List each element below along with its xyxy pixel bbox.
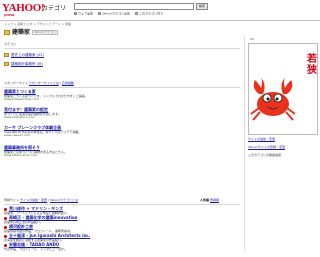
folder-icon [4,62,9,67]
radio-icon [74,12,77,15]
radio-category-this[interactable]: このカテゴリ内で [135,12,163,16]
right-link-add[interactable]: サイトの追加・変更 [248,137,275,142]
sponsor-divider-line [4,87,240,88]
sites-label: 登録サイト [4,198,20,202]
sponsor-item: カーサ プレーンクラブ体験企画 Casa BRUTUSのお手本住宅。家づくりのア… [4,125,234,138]
folder-icon [4,53,9,58]
site-item: 安藤忠雄 - TADAO ANDO 代表作品、プロフィール、インタビューほか。 [4,242,234,251]
site-desc: 建築家高崎正治の作品紹介。 [4,219,44,224]
page-title: 建築家 Yahoo!カテゴリ [4,29,59,36]
radio-icon [135,12,139,15]
sponsor-url: www.casa-br.com [4,133,31,138]
folder-icon [4,30,10,36]
sites-add-link[interactable]: サイトの追加・変更 [20,198,47,202]
sites-divider: | [47,198,49,202]
sites-about-link[interactable]: Yahoo!カテゴリとは [50,198,78,202]
category-link-offices[interactable]: 建築設計事務所 (@) [4,62,43,67]
sponsor-label: スポンサーサイト [4,81,28,85]
radio-category-all-label: Yahoo!カテゴリ全体 [102,11,131,16]
sites-header: 登録サイト サイトの追加・変更 | Yahoo!カテゴリとは [4,198,78,203]
site-desc: 代表作品、プロフィール、インタビューほか。 [4,246,67,251]
radio-web-label: ウェブ全体 [78,11,94,16]
sponsor-apply-link[interactable]: 広告掲載 [62,81,74,85]
radio-icon [98,12,102,15]
sort-registered-link[interactable]: 登録順 [210,198,219,202]
sites-divider-line [4,204,240,205]
column-divider [244,36,245,251]
header-divider [0,20,320,21]
ad-text: 若狭 [307,54,317,76]
radio-category-this-label: このカテゴリ内で [139,11,164,16]
ad-label: PR [250,37,254,41]
logo-subtext: JAPAN [4,13,15,17]
category-link-history[interactable]: 歴史上の建築家 (52) [4,53,44,58]
search-scope-radios: ウェブ全体 Yahoo!カテゴリ全体 このカテゴリ内で [74,12,163,16]
sponsor-url: www.kotaearchive.com [4,97,39,102]
search-button[interactable]: 検索 [196,3,208,10]
categories-divider [4,48,240,49]
category-heading: カテゴリ [42,5,67,12]
category-link-label: 建築設計事務所 (@) [11,62,43,66]
search-input[interactable] [74,3,194,10]
breadcrumb[interactable]: トップ > 芸術と人文 > デザインとアート > 建築 [4,22,71,27]
title-badge[interactable]: Yahoo!カテゴリ [32,29,59,36]
categories-label: カテゴリ [4,42,17,46]
sponsor-url: www.example-ii.com [4,115,36,120]
right-related-text: このカテゴリの関連情報 [248,153,282,157]
category-link-label: 歴史上の建築家 (52) [11,53,44,57]
page-title-text: 建築家 [12,29,31,36]
radio-category-all[interactable]: Yahoo!カテゴリ全体 [98,12,130,16]
sponsor-item: 見付ます！建築家の設定 家づくりに最適な設計事務所を探します。 www.exam… [4,107,234,120]
yahoo-logo[interactable]: YAHOO! JAPAN [2,3,45,19]
ad-banner[interactable]: 若狭 [248,43,318,135]
sort-options: 人気順 登録順 [200,198,219,203]
radio-web[interactable]: ウェブ全体 [74,12,93,16]
site-item: 高崎正 - 建築化学の建築innovation 建築家高崎正治の作品紹介。 [4,215,234,224]
sponsor-url: www.kikaku-shop.com [4,153,38,158]
sponsor-item: 建築事務所を探そう 建築家との家づくりに興味がある方はこちら。 www.kika… [4,145,234,158]
sponsor-about-link[interactable]: スポンサーサイトとは [29,81,59,85]
sponsor-header: スポンサーサイト スポンサーサイトとは | 広告掲載 [4,81,74,86]
sponsor-divider: | [59,81,61,85]
sort-popular: 人気順 [200,198,210,202]
sponsor-item: 建築家とつくる家 建築家とつくる家づくりを、シンプルでわかりやすくご提案。 ww… [4,89,234,102]
right-link-register[interactable]: Yahoo!サイトの登録・変更 [248,145,285,150]
